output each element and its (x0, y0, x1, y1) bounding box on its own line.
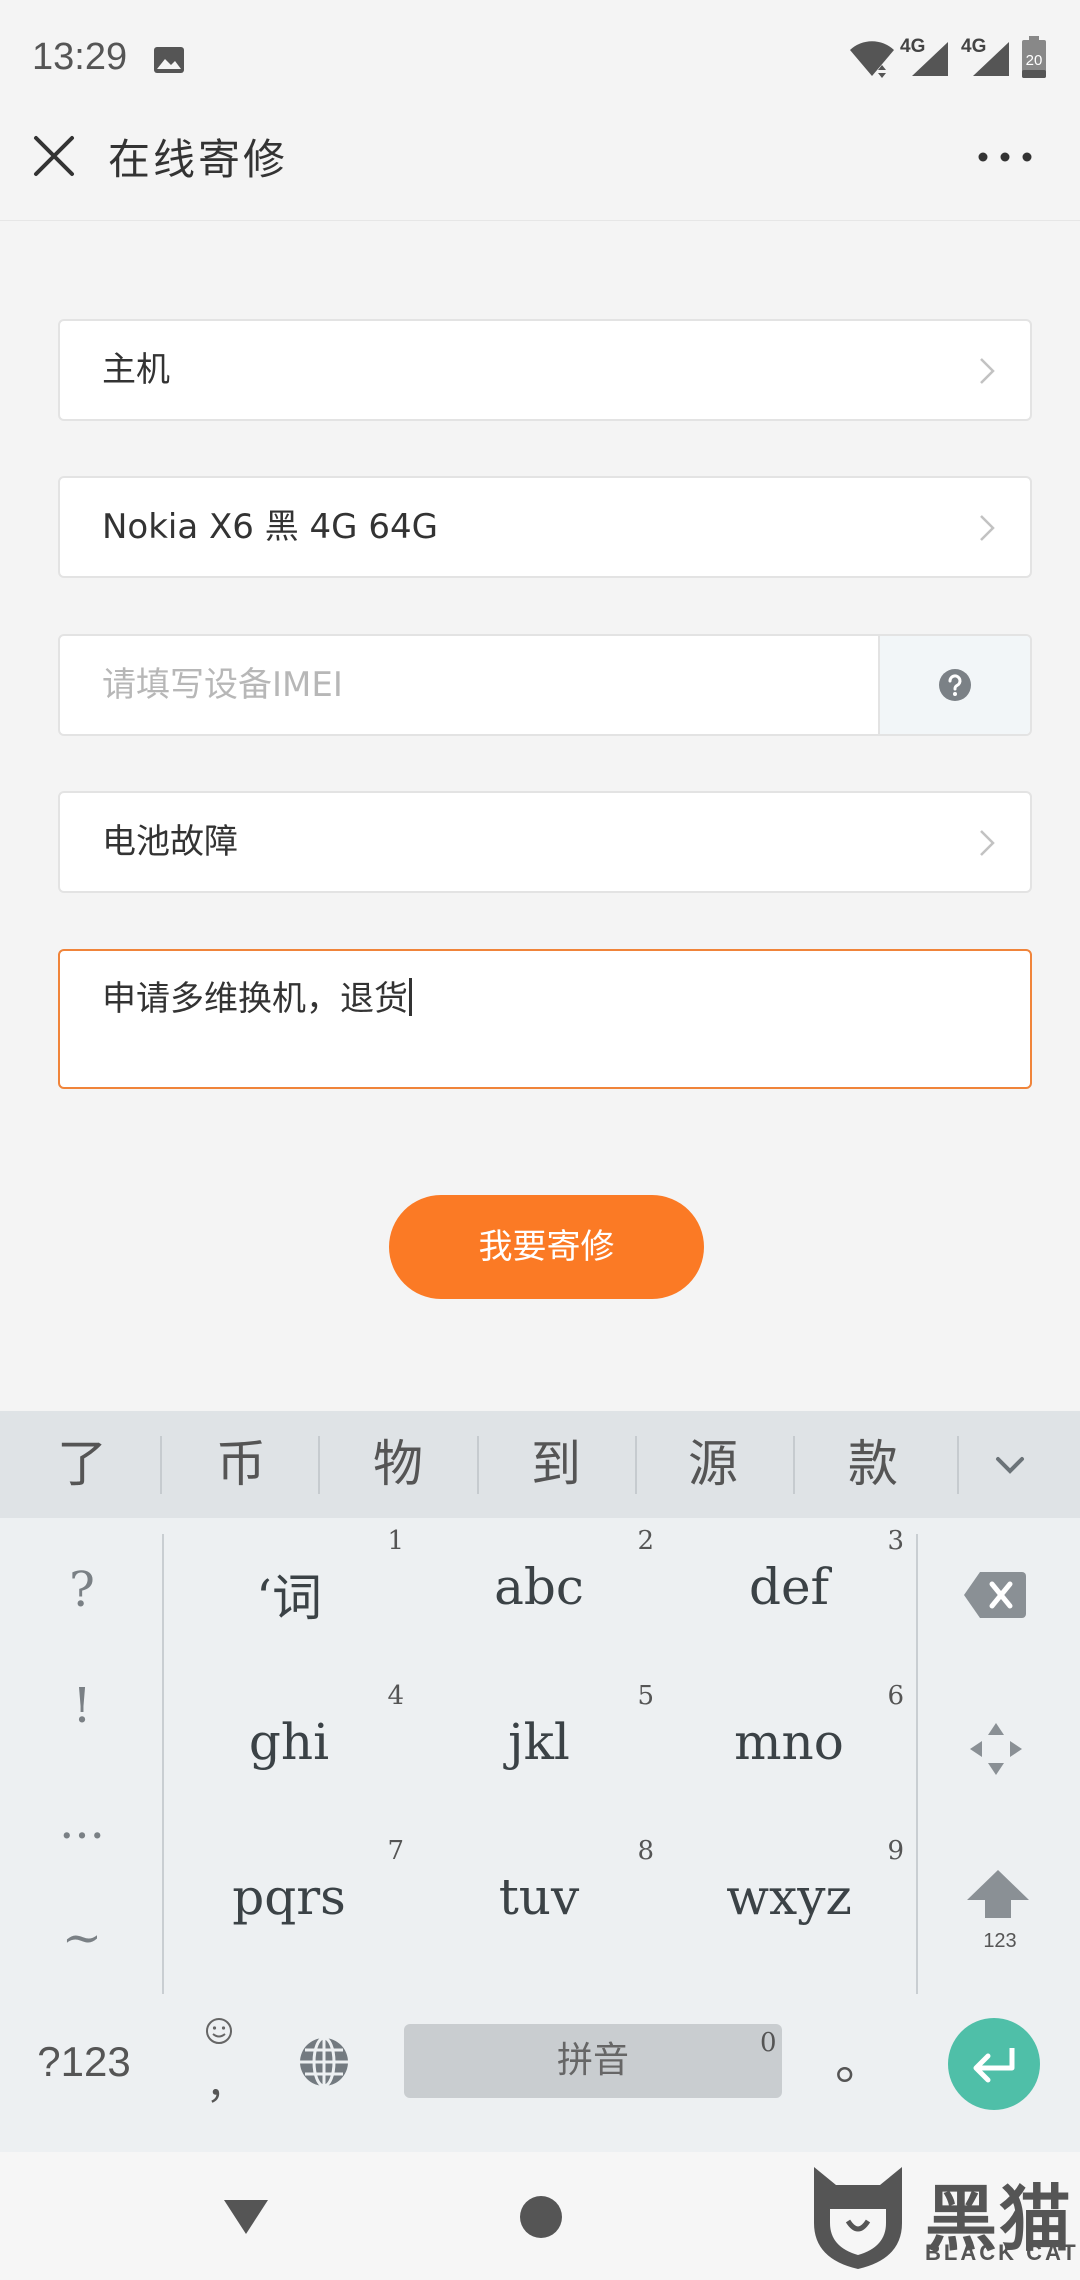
chevron-right-icon (980, 515, 995, 541)
fault-type-value: 电池故障 (102, 822, 238, 862)
t9-key-3[interactable]: def 3 (664, 1518, 914, 1673)
key-letters: tuv (498, 1868, 580, 1926)
imei-placeholder: 请填写设备IMEI (102, 665, 343, 705)
key-letters: jkl (508, 1713, 570, 1771)
page-title: 在线寄修 (108, 135, 289, 184)
t9-key-4[interactable]: ghi 4 (164, 1673, 414, 1828)
candidate-word[interactable]: 币 (186, 1411, 296, 1518)
t9-key-1[interactable]: ‘词 1 (164, 1518, 414, 1673)
enter-key[interactable] (948, 2018, 1040, 2110)
key-letters: ‘词 (256, 1569, 322, 1627)
device-type-selector[interactable]: 主机 (58, 319, 1032, 421)
key-number: 9 (887, 1836, 904, 1866)
submit-repair-button[interactable]: 我要寄修 (389, 1195, 704, 1299)
emoji-icon (206, 2018, 232, 2044)
chevron-right-icon (980, 358, 995, 384)
key-number: 3 (887, 1526, 904, 1556)
candidate-word[interactable]: 款 (818, 1411, 928, 1518)
key-letters: def (748, 1558, 830, 1616)
comma-label: ， (206, 2062, 246, 2108)
language-switch-key[interactable] (275, 1992, 375, 2132)
device-model-selector[interactable]: Nokia X6 黑 4G 64G (58, 476, 1032, 578)
comma-emoji-key[interactable]: ， (170, 1992, 270, 2132)
text-cursor (409, 978, 412, 1016)
more-icon (978, 152, 1032, 162)
chevron-down-icon (996, 1457, 1024, 1474)
enter-icon (973, 2048, 1015, 2083)
candidate-divider (957, 1436, 959, 1494)
numeric-symbols-key[interactable]: ?123 (0, 1992, 168, 2132)
backspace-icon (964, 1572, 1026, 1618)
t9-key-5[interactable]: jkl 5 (414, 1673, 664, 1828)
expand-candidates-button[interactable] (980, 1441, 1040, 1491)
description-textarea[interactable]: 申请多维换机，退货 (58, 949, 1032, 1089)
more-options-button[interactable] (970, 132, 1040, 182)
description-value: 申请多维换机，退货 (102, 979, 408, 1019)
cursor-move-key[interactable] (920, 1673, 1080, 1828)
key-number: 8 (637, 1836, 654, 1866)
watermark-subtitle: BLACK CAT (925, 2240, 1079, 2265)
fault-type-selector[interactable]: 电池故障 (58, 791, 1032, 893)
candidate-divider (318, 1436, 320, 1494)
key-number: 2 (637, 1526, 654, 1556)
shift-number-label: 123 (983, 1930, 1017, 1952)
wifi-icon (850, 41, 894, 78)
move-cursor-icon (970, 1723, 1022, 1775)
t9-key-8[interactable]: tuv 8 (414, 1828, 664, 1983)
nav-back-button[interactable] (222, 2198, 270, 2236)
candidate-word[interactable]: 源 (658, 1411, 768, 1518)
description-text-wrap: 申请多维换机，退货 (102, 971, 412, 1020)
key-letters: abc (494, 1558, 584, 1616)
help-icon (939, 669, 971, 701)
candidate-divider (477, 1436, 479, 1494)
t9-key-9[interactable]: wxyz 9 (664, 1828, 914, 1983)
candidate-divider (160, 1436, 162, 1494)
space-key-number: 0 (760, 2028, 777, 2058)
device-type-value: 主机 (102, 350, 170, 390)
battery-level: 20 (1025, 52, 1043, 69)
key-letters: wxyz (726, 1868, 852, 1926)
key-letters: mno (734, 1713, 844, 1771)
imei-input[interactable]: 请填写设备IMEI (58, 634, 1032, 736)
symbol-key[interactable]: ~ (0, 1880, 164, 1996)
chevron-right-icon (980, 830, 995, 856)
space-key-label: 拼音 (556, 2040, 629, 2081)
shift-key[interactable]: 123 (920, 1828, 1080, 1983)
nav-home-button[interactable] (520, 2196, 562, 2238)
key-number: 7 (387, 1836, 404, 1866)
candidate-word[interactable]: 到 (501, 1411, 611, 1518)
signal-icon (973, 42, 1009, 76)
candidate-bar: 了 币 物 到 源 款 (0, 1411, 1080, 1518)
shift-arrow-icon (967, 1870, 1029, 1918)
back-triangle-icon (224, 2200, 268, 2234)
symbol-key[interactable]: ? (0, 1532, 164, 1648)
candidate-divider (635, 1436, 637, 1494)
globe-icon (300, 2036, 348, 2088)
signal-icon (912, 42, 948, 76)
gallery-notification-icon (154, 47, 184, 73)
close-icon (34, 136, 74, 176)
keyboard-divider (916, 1534, 918, 1994)
candidate-word[interactable]: 了 (27, 1411, 137, 1518)
key-number: 5 (637, 1681, 654, 1711)
symbol-key[interactable]: ! (0, 1648, 164, 1764)
imei-help-button[interactable] (878, 636, 1030, 734)
candidate-word[interactable]: 物 (343, 1411, 453, 1518)
symbol-key[interactable]: ... (0, 1764, 164, 1880)
backspace-key[interactable] (920, 1518, 1080, 1673)
key-number: 4 (387, 1681, 404, 1711)
t9-key-7[interactable]: pqrs 7 (164, 1828, 414, 1983)
key-number: 6 (887, 1681, 904, 1711)
t9-key-6[interactable]: mno 6 (664, 1673, 914, 1828)
period-key[interactable]: 。 (810, 1992, 910, 2132)
t9-key-2[interactable]: abc 2 (414, 1518, 664, 1673)
candidate-divider (793, 1436, 795, 1494)
close-button[interactable] (22, 124, 86, 188)
key-number: 1 (387, 1526, 404, 1556)
key-letters: pqrs (232, 1868, 346, 1926)
black-cat-logo (814, 2167, 902, 2269)
status-time: 13:29 (32, 36, 128, 78)
device-model-value: Nokia X6 黑 4G 64G (102, 507, 438, 547)
key-letters: ghi (248, 1713, 330, 1771)
